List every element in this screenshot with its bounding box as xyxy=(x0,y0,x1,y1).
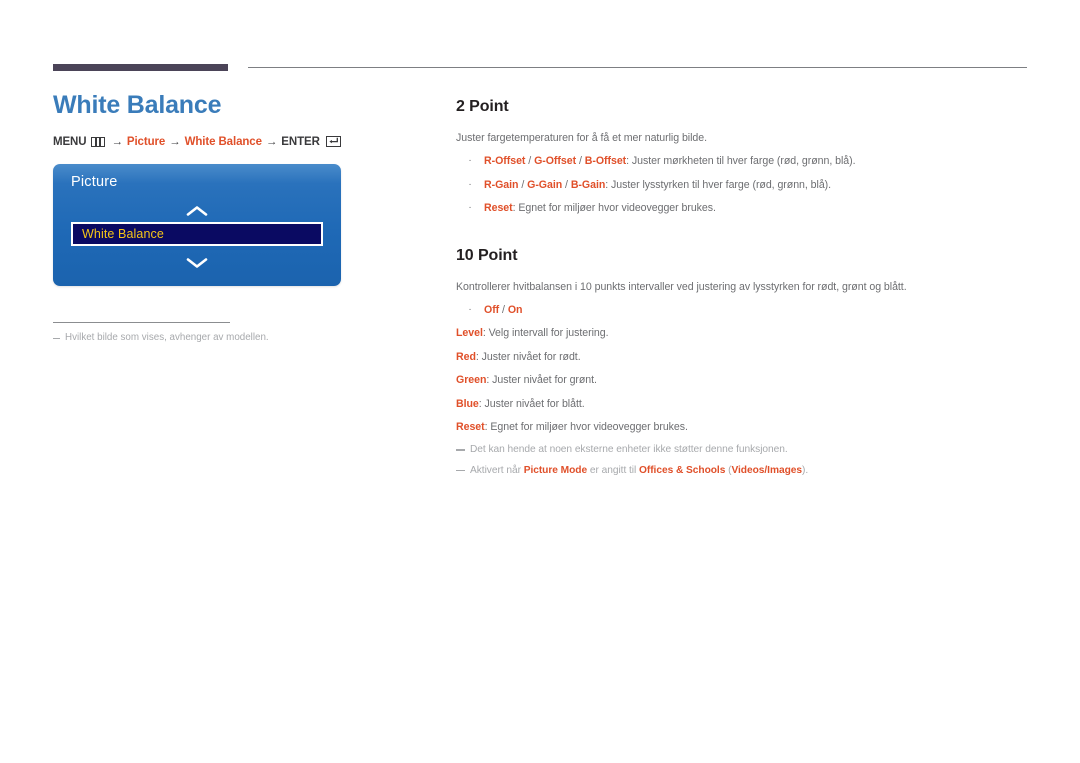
list-item-key-1: Reset xyxy=(484,202,513,215)
osd-picture-menu[interactable]: Picture White Balance xyxy=(53,163,341,286)
list-item-key-2: G-Offset xyxy=(534,155,577,168)
breadcrumb-step-white-balance[interactable]: White Balance xyxy=(185,136,262,148)
list-item: · Reset: Egnet for miljøer hvor videoveg… xyxy=(456,200,1028,216)
left-footnote: Hvilket bilde som vises, avhenger av mod… xyxy=(53,322,373,345)
toggle-option-off[interactable]: Off xyxy=(484,304,499,316)
list-item-key-1: R-Offset xyxy=(484,155,526,168)
section-title-2-point: 2 Point xyxy=(456,98,509,115)
list-item-text: R-Offset / G-Offset / B-Offset: Juster m… xyxy=(484,155,856,168)
setting-row-blue: Blue: Juster nivået for blått. xyxy=(456,396,1028,412)
setting-key: Blue xyxy=(456,397,479,410)
breadcrumb: MENU → Picture → White Balance → ENTER xyxy=(53,136,413,148)
setting-value: : Velg intervall for justering. xyxy=(482,327,609,340)
footnote-dash-icon xyxy=(456,469,465,472)
footnote-term-picture-mode: Picture Mode xyxy=(523,464,588,476)
footnote-dash-icon xyxy=(456,449,465,452)
breadcrumb-arrow-1: → xyxy=(111,135,123,148)
toggle-option-on[interactable]: On xyxy=(508,304,523,316)
setting-value: : Egnet for miljøer hvor videovegger bru… xyxy=(484,421,688,434)
setting-value: : Juster nivået for rødt. xyxy=(475,350,581,363)
chevron-down-icon xyxy=(186,256,208,274)
setting-key: Level xyxy=(456,327,483,340)
bullet-icon: · xyxy=(468,178,472,190)
footnote-paren-close: ). xyxy=(801,464,809,476)
list-item-text: Reset: Egnet for miljøer hvor videovegge… xyxy=(484,200,1028,216)
bullet-icon: · xyxy=(468,202,472,214)
list-item: · R-Offset / G-Offset / B-Offset: Juster… xyxy=(456,153,1028,169)
osd-scroll-up[interactable] xyxy=(53,204,341,222)
right-column: 2 Point Juster fargetemperaturen for å f… xyxy=(456,98,1028,483)
section-title-10-point: 10 Point xyxy=(456,246,518,264)
setting-value: : Juster nivået for grønt. xyxy=(486,374,597,387)
footnote-dash-icon xyxy=(53,338,60,339)
list-item-value: : Juster lysstyrken til hver farge (rød,… xyxy=(605,178,832,191)
header-rule-group xyxy=(53,64,1027,74)
enter-return-icon xyxy=(325,136,341,147)
breadcrumb-step-picture[interactable]: Picture xyxy=(127,136,165,148)
list-item-text: R-Gain / G-Gain / B-Gain: Juster lysstyr… xyxy=(484,178,832,191)
chevron-up-icon xyxy=(186,204,208,222)
setting-value: : Juster nivået for blått. xyxy=(478,397,585,410)
breadcrumb-enter-label: ENTER xyxy=(281,135,320,148)
footnote-term-offices-schools: Offices & Schools xyxy=(639,464,726,476)
footnote-mid: er angitt til xyxy=(587,464,639,476)
bullet-icon: · xyxy=(468,155,472,167)
section-footnote-1: Det kan hende at noen eksterne enheter i… xyxy=(456,442,1028,457)
page-title: White Balance xyxy=(53,91,222,119)
osd-scroll-down[interactable] xyxy=(53,256,341,274)
list-item-value: : Egnet for miljøer hvor videovegger bru… xyxy=(512,202,716,215)
osd-item-white-balance[interactable]: White Balance xyxy=(71,221,323,246)
footnote-text: Aktivert når Picture Mode er angitt til … xyxy=(470,463,808,478)
toggle-separator: / xyxy=(499,304,508,317)
bullet-icon: · xyxy=(468,304,472,316)
footnote-text: Hvilket bilde som vises, avhenger av mod… xyxy=(65,332,269,343)
list-item-toggle: · Off / On xyxy=(456,302,1028,318)
setting-row-red: Red: Juster nivået for rødt. xyxy=(456,349,1028,365)
footnote-text: Det kan hende at noen eksterne enheter i… xyxy=(470,444,788,456)
header-rule-thin xyxy=(248,67,1027,68)
setting-row-green: Green: Juster nivået for grønt. xyxy=(456,372,1028,388)
setting-key: Reset xyxy=(456,421,485,434)
list-item-value: : Juster mørkheten til hver farge (rød, … xyxy=(626,155,856,168)
breadcrumb-arrow-2: → xyxy=(169,135,181,148)
footnote-row: Hvilket bilde som vises, avhenger av mod… xyxy=(53,331,373,345)
footnote-term-videos-images: Videos/Images xyxy=(731,464,802,476)
list-item-text: Off / On xyxy=(484,302,1028,318)
list-item-key-2: G-Gain xyxy=(527,178,563,191)
header-rule-thick xyxy=(53,64,228,71)
setting-key: Red xyxy=(456,350,476,363)
footnote-divider xyxy=(53,322,230,323)
list-item-key-3: B-Offset xyxy=(584,155,627,168)
setting-row-level: Level: Velg intervall for justering. xyxy=(456,325,1028,341)
osd-menu-title: Picture xyxy=(71,173,118,190)
section-intro-2-point: Juster fargetemperaturen for å få et mer… xyxy=(456,132,707,144)
section-intro-10-point: Kontrollerer hvitbalansen i 10 punkts in… xyxy=(456,280,907,293)
setting-row-reset: Reset: Egnet for miljøer hvor videovegge… xyxy=(456,419,1028,435)
setting-key: Green xyxy=(456,374,487,387)
breadcrumb-arrow-3: → xyxy=(265,135,278,148)
section-footnote-2: Aktivert når Picture Mode er angitt til … xyxy=(456,463,1028,478)
left-column: White Balance MENU → Picture → White Bal… xyxy=(53,91,413,286)
list-item: · R-Gain / G-Gain / B-Gain: Juster lysst… xyxy=(456,177,1028,193)
breadcrumb-menu-label: MENU xyxy=(53,135,87,148)
list-item-key-3: B-Gain xyxy=(570,178,606,191)
osd-item-label: White Balance xyxy=(82,226,164,241)
list-item-key-1: R-Gain xyxy=(484,178,519,191)
menu-grid-icon xyxy=(91,136,106,147)
footnote-pre: Aktivert når xyxy=(470,464,524,476)
